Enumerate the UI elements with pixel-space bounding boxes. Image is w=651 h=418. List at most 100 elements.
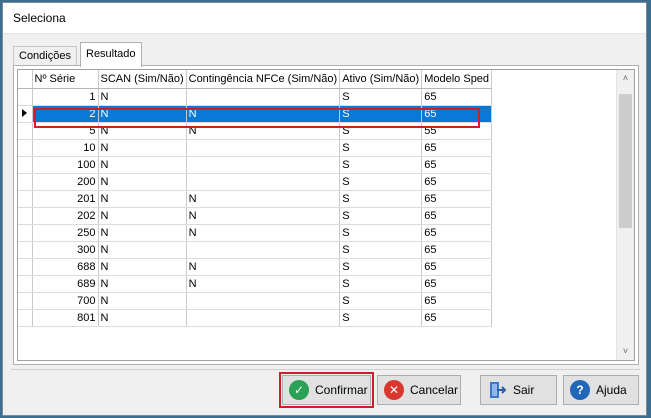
cell-serie[interactable]: 200 bbox=[32, 173, 99, 191]
cell-ativo[interactable]: S bbox=[339, 122, 423, 140]
cell-scan[interactable]: N bbox=[98, 292, 187, 310]
cell-contingencia[interactable] bbox=[186, 173, 341, 191]
cell-serie[interactable]: 10 bbox=[32, 139, 99, 157]
table-row[interactable]: 801 N S 65 bbox=[18, 309, 493, 327]
cell-contingencia[interactable] bbox=[186, 309, 341, 327]
cell-serie[interactable]: 250 bbox=[32, 224, 99, 242]
cell-modelo[interactable]: 65 bbox=[421, 275, 493, 293]
cell-contingencia[interactable] bbox=[186, 241, 341, 259]
cell-serie[interactable]: 689 bbox=[32, 275, 99, 293]
cell-serie[interactable]: 5 bbox=[32, 122, 99, 140]
cell-modelo[interactable]: 65 bbox=[421, 258, 493, 276]
cell-contingencia[interactable] bbox=[186, 156, 341, 174]
cell-ativo[interactable]: S bbox=[339, 258, 423, 276]
cell-ativo[interactable]: S bbox=[339, 88, 423, 106]
cell-contingencia[interactable] bbox=[186, 292, 341, 310]
cell-scan[interactable]: N bbox=[98, 309, 187, 327]
cell-scan[interactable]: N bbox=[98, 139, 187, 157]
scroll-thumb[interactable] bbox=[619, 94, 632, 228]
table-row[interactable]: 100 N S 65 bbox=[18, 156, 493, 174]
cell-modelo[interactable]: 65 bbox=[421, 190, 493, 208]
cell-contingencia[interactable]: N bbox=[186, 224, 341, 242]
cell-serie[interactable]: 688 bbox=[32, 258, 99, 276]
cell-modelo[interactable]: 65 bbox=[421, 207, 493, 225]
exit-button[interactable]: Sair bbox=[480, 375, 557, 405]
cell-scan[interactable]: N bbox=[98, 173, 187, 191]
cell-scan[interactable]: N bbox=[98, 190, 187, 208]
scroll-up-icon[interactable]: ˄ bbox=[617, 70, 634, 87]
cell-scan[interactable]: N bbox=[98, 105, 187, 123]
scroll-down-icon[interactable]: ˅ bbox=[617, 343, 634, 360]
column-header-serie[interactable]: Nº Série bbox=[32, 70, 99, 89]
cell-ativo[interactable]: S bbox=[339, 275, 423, 293]
results-grid[interactable]: Nº Série SCAN (Sim/Não) Contingência NFC… bbox=[17, 69, 635, 361]
cell-contingencia[interactable]: N bbox=[186, 258, 341, 276]
column-header-contingencia[interactable]: Contingência NFCe (Sim/Não) bbox=[186, 70, 341, 89]
cell-contingencia[interactable]: N bbox=[186, 190, 341, 208]
cell-modelo[interactable]: 65 bbox=[421, 224, 493, 242]
cell-serie[interactable]: 700 bbox=[32, 292, 99, 310]
cell-serie[interactable]: 300 bbox=[32, 241, 99, 259]
table-row[interactable]: 250 N N S 65 bbox=[18, 224, 493, 242]
cell-scan[interactable]: N bbox=[98, 275, 187, 293]
cell-serie[interactable]: 202 bbox=[32, 207, 99, 225]
cell-scan[interactable]: N bbox=[98, 241, 187, 259]
cell-contingencia[interactable]: N bbox=[186, 105, 341, 123]
cell-modelo[interactable]: 55 bbox=[421, 122, 493, 140]
cell-modelo[interactable]: 65 bbox=[421, 173, 493, 191]
table-row[interactable]: 1 N S 65 bbox=[18, 88, 493, 106]
cell-scan[interactable]: N bbox=[98, 122, 187, 140]
cell-scan[interactable]: N bbox=[98, 156, 187, 174]
cell-ativo[interactable]: S bbox=[339, 105, 423, 123]
cell-modelo[interactable]: 65 bbox=[421, 105, 493, 123]
cell-ativo[interactable]: S bbox=[339, 173, 423, 191]
table-row[interactable]: 10 N S 65 bbox=[18, 139, 493, 157]
help-button[interactable]: ? Ajuda bbox=[563, 375, 639, 405]
cell-modelo[interactable]: 65 bbox=[421, 292, 493, 310]
cell-ativo[interactable]: S bbox=[339, 190, 423, 208]
cell-modelo[interactable]: 65 bbox=[421, 309, 493, 327]
cell-contingencia[interactable] bbox=[186, 139, 341, 157]
tab-resultado[interactable]: Resultado bbox=[80, 42, 142, 67]
cell-ativo[interactable]: S bbox=[339, 309, 423, 327]
cell-ativo[interactable]: S bbox=[339, 156, 423, 174]
cell-serie[interactable]: 100 bbox=[32, 156, 99, 174]
cell-contingencia[interactable]: N bbox=[186, 122, 341, 140]
vertical-scrollbar[interactable]: ˄ ˅ bbox=[616, 70, 634, 360]
cell-ativo[interactable]: S bbox=[339, 241, 423, 259]
table-row[interactable]: 5 N N S 55 bbox=[18, 122, 493, 140]
column-header-modelo[interactable]: Modelo Sped bbox=[421, 70, 493, 89]
table-row[interactable]: 300 N S 65 bbox=[18, 241, 493, 259]
table-row[interactable]: 700 N S 65 bbox=[18, 292, 493, 310]
cell-ativo[interactable]: S bbox=[339, 224, 423, 242]
table-row[interactable]: 2 N N S 65 bbox=[18, 105, 493, 123]
cell-modelo[interactable]: 65 bbox=[421, 88, 493, 106]
cell-serie[interactable]: 2 bbox=[32, 105, 99, 123]
table-row[interactable]: 202 N N S 65 bbox=[18, 207, 493, 225]
cell-scan[interactable]: N bbox=[98, 207, 187, 225]
table-row[interactable]: 689 N N S 65 bbox=[18, 275, 493, 293]
confirm-button[interactable]: ✓ Confirmar bbox=[279, 372, 374, 408]
cell-serie[interactable]: 801 bbox=[32, 309, 99, 327]
cell-scan[interactable]: N bbox=[98, 258, 187, 276]
cell-contingencia[interactable]: N bbox=[186, 275, 341, 293]
tab-condicoes[interactable]: Condições bbox=[13, 46, 77, 66]
cell-modelo[interactable]: 65 bbox=[421, 139, 493, 157]
table-row[interactable]: 688 N N S 65 bbox=[18, 258, 493, 276]
cell-serie[interactable]: 1 bbox=[32, 88, 99, 106]
cancel-button[interactable]: ✕ Cancelar bbox=[377, 375, 461, 405]
table-row[interactable]: 200 N S 65 bbox=[18, 173, 493, 191]
column-header-scan[interactable]: SCAN (Sim/Não) bbox=[98, 70, 187, 89]
table-row[interactable]: 201 N N S 65 bbox=[18, 190, 493, 208]
cell-ativo[interactable]: S bbox=[339, 207, 423, 225]
cell-serie[interactable]: 201 bbox=[32, 190, 99, 208]
cell-modelo[interactable]: 65 bbox=[421, 241, 493, 259]
column-header-ativo[interactable]: Ativo (Sim/Não) bbox=[339, 70, 423, 89]
cell-modelo[interactable]: 65 bbox=[421, 156, 493, 174]
cell-scan[interactable]: N bbox=[98, 224, 187, 242]
cell-scan[interactable]: N bbox=[98, 88, 187, 106]
cell-ativo[interactable]: S bbox=[339, 292, 423, 310]
cell-contingencia[interactable] bbox=[186, 88, 341, 106]
cell-contingencia[interactable]: N bbox=[186, 207, 341, 225]
cell-ativo[interactable]: S bbox=[339, 139, 423, 157]
